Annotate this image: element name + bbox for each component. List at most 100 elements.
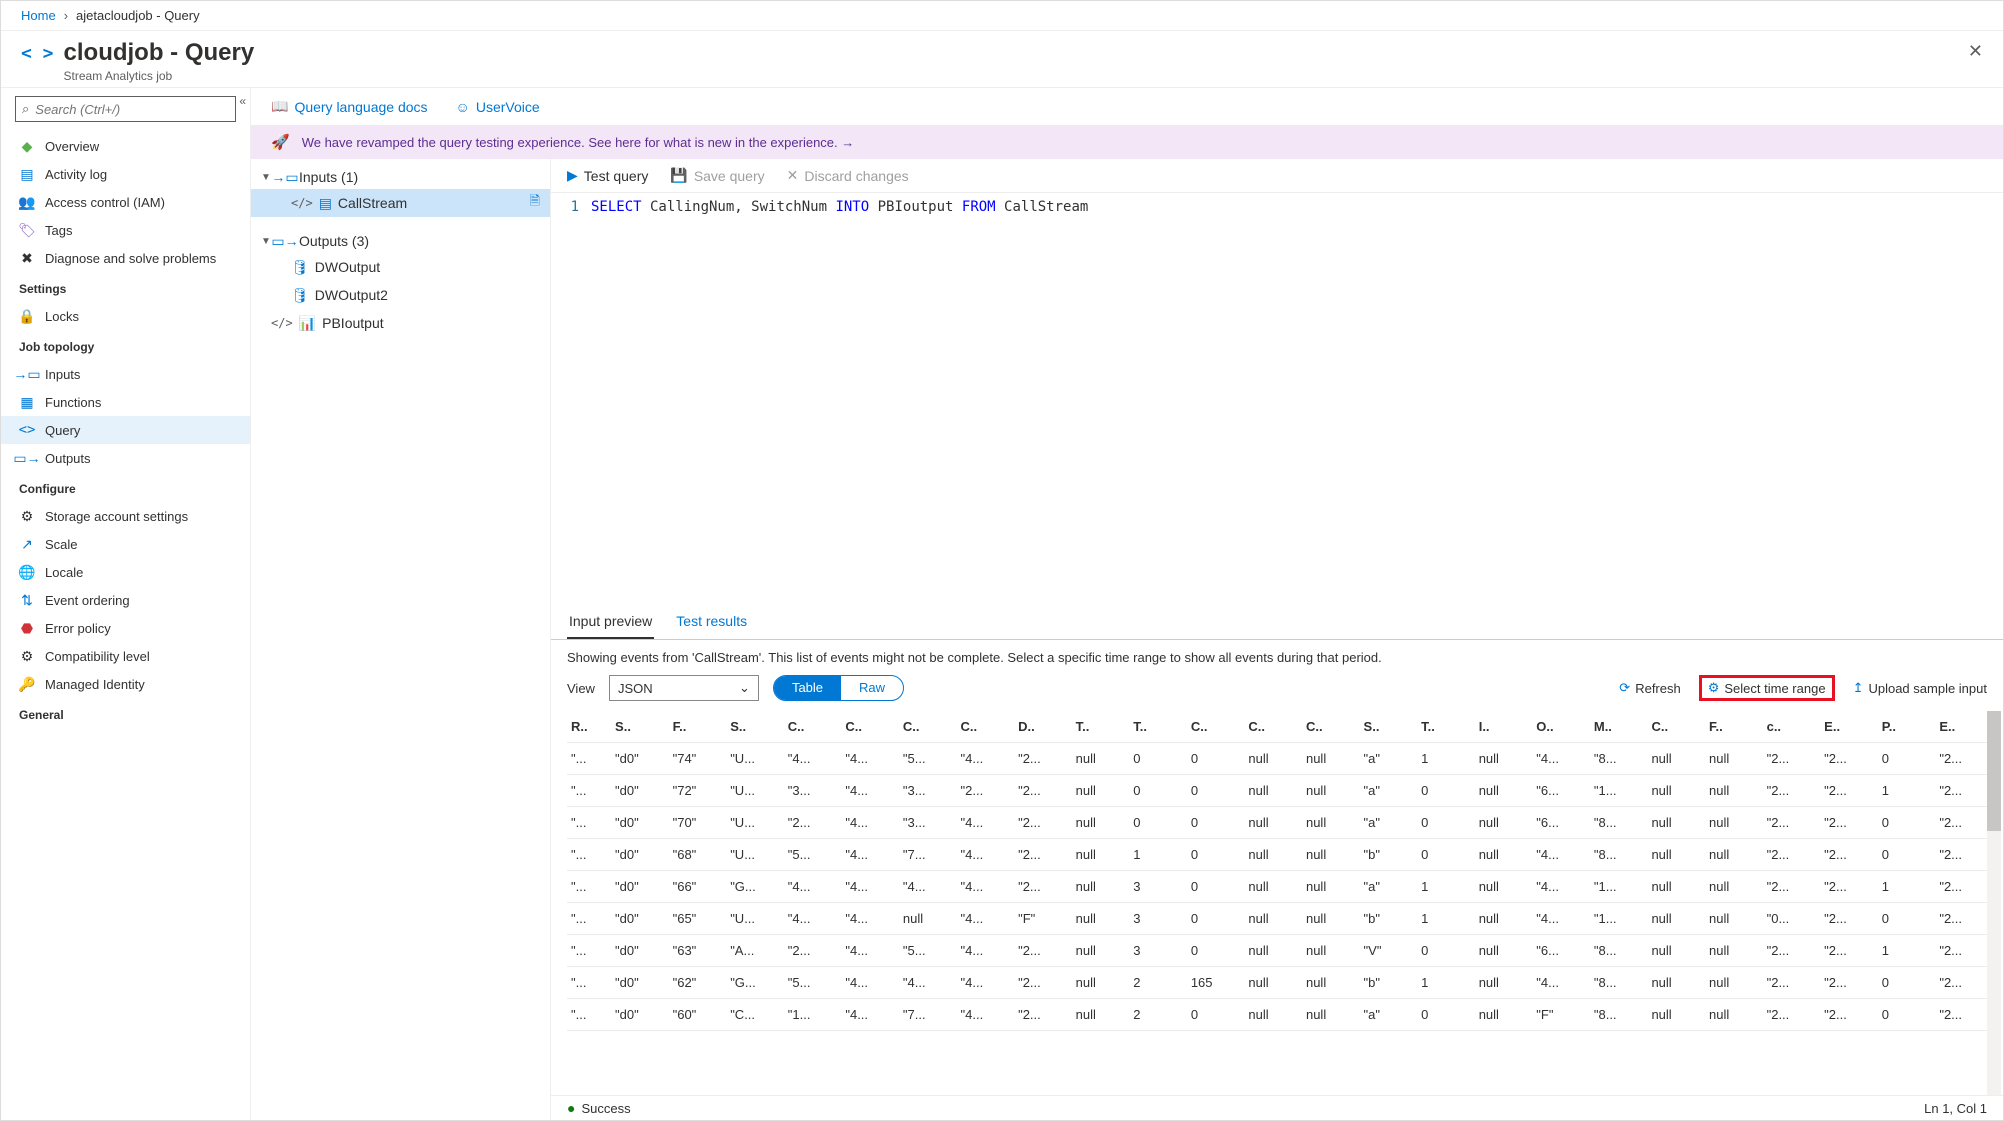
collapse-nav-icon[interactable]: «	[239, 94, 246, 108]
test-query-button[interactable]: ▶Test query	[567, 167, 648, 184]
col-header[interactable]: M..	[1590, 711, 1648, 743]
col-header[interactable]: R..	[567, 711, 611, 743]
refresh-button[interactable]: ⟳Refresh	[1619, 680, 1680, 696]
view-select[interactable]: JSON ⌄	[609, 675, 759, 701]
close-button[interactable]: ✕	[1968, 41, 1983, 62]
upload-sample-button[interactable]: ↥Upload sample input	[1853, 680, 1987, 696]
nav-tags[interactable]: 🏷Tags	[1, 216, 250, 244]
nav-compat[interactable]: ⚙Compatibility level	[1, 642, 250, 670]
cell: 1	[1129, 839, 1187, 871]
col-header[interactable]: C..	[1302, 711, 1360, 743]
table-row[interactable]: "..."d0""66""G..."4..."4..."4..."4..."2.…	[567, 871, 1993, 903]
nav-diagnose[interactable]: ✖Diagnose and solve problems	[1, 244, 250, 272]
search-input[interactable]	[35, 102, 235, 117]
cell: "b"	[1360, 839, 1418, 871]
tree-input-callstream[interactable]: </> ▤ CallStream 🗎	[251, 189, 550, 217]
nav-event-ordering[interactable]: ⇅Event ordering	[1, 586, 250, 614]
col-header[interactable]: S..	[726, 711, 784, 743]
globe-icon: 🌐	[19, 564, 35, 580]
nav-storage[interactable]: ⚙Storage account settings	[1, 502, 250, 530]
table-row[interactable]: "..."d0""62""G..."5..."4..."4..."4..."2.…	[567, 967, 1993, 999]
code-editor[interactable]: 1 SELECT CallingNum, SwitchNum INTO PBIo…	[551, 193, 2003, 221]
cell: "2...	[1935, 743, 1993, 775]
banner-text[interactable]: We have revamped the query testing exper…	[302, 135, 855, 150]
table-row[interactable]: "..."d0""68""U..."5..."4..."7..."4..."2.…	[567, 839, 1993, 871]
tree-output-dw2[interactable]: 🛢 DWOutput2	[251, 281, 550, 309]
tree-output-dw1[interactable]: 🛢 DWOutput	[251, 253, 550, 281]
toggle-raw[interactable]: Raw	[841, 676, 903, 700]
col-header[interactable]: C..	[899, 711, 957, 743]
cell: 165	[1187, 967, 1245, 999]
nav-overview[interactable]: ◆Overview	[1, 132, 250, 160]
breadcrumb-home[interactable]: Home	[21, 8, 56, 23]
tab-test-results[interactable]: Test results	[674, 605, 749, 639]
nav-identity[interactable]: 🔑Managed Identity	[1, 670, 250, 698]
col-header[interactable]: T..	[1417, 711, 1475, 743]
uservoice-link[interactable]: ☺UserVoice	[456, 99, 540, 115]
cell: "2...	[1935, 935, 1993, 967]
iam-icon: 👥	[19, 194, 35, 210]
col-header[interactable]: S..	[1360, 711, 1418, 743]
col-header[interactable]: T..	[1129, 711, 1187, 743]
data-grid-wrap[interactable]: R..S..F..S..C..C..C..C..D..T..T..C..C..C…	[551, 711, 2003, 1095]
table-row[interactable]: "..."d0""74""U..."4..."4..."5..."4..."2.…	[567, 743, 1993, 775]
save-query-button[interactable]: 💾Save query	[670, 167, 764, 184]
cell: null	[1475, 871, 1533, 903]
col-header[interactable]: C..	[1647, 711, 1705, 743]
cell: "2...	[1763, 871, 1821, 903]
cell: "2...	[1935, 903, 1993, 935]
col-header[interactable]: E..	[1935, 711, 1993, 743]
col-header[interactable]: O..	[1532, 711, 1590, 743]
col-header[interactable]: C..	[1244, 711, 1302, 743]
nav-query[interactable]: <>Query	[1, 416, 250, 444]
table-row[interactable]: "..."d0""60""C..."1..."4..."7..."4..."2.…	[567, 999, 1993, 1031]
col-header[interactable]: E..	[1820, 711, 1878, 743]
tab-input-preview[interactable]: Input preview	[567, 605, 654, 639]
table-row[interactable]: "..."d0""72""U..."3..."4..."3..."2..."2.…	[567, 775, 1993, 807]
nav-scale[interactable]: ↗Scale	[1, 530, 250, 558]
nav-locks[interactable]: 🔒Locks	[1, 302, 250, 330]
tree-outputs-group[interactable]: ▼ ▭→ Outputs (3)	[251, 229, 550, 253]
col-header[interactable]: C..	[1187, 711, 1245, 743]
col-header[interactable]: F..	[1705, 711, 1763, 743]
cell: null	[1244, 839, 1302, 871]
preview-message: Showing events from 'CallStream'. This l…	[551, 640, 2003, 669]
col-header[interactable]: D..	[1014, 711, 1072, 743]
nav-access-control[interactable]: 👥Access control (IAM)	[1, 188, 250, 216]
cell: "4...	[841, 775, 899, 807]
table-row[interactable]: "..."d0""63""A..."2..."4..."5..."4..."2.…	[567, 935, 1993, 967]
col-header[interactable]: F..	[669, 711, 727, 743]
cell: "2...	[1014, 839, 1072, 871]
docs-link[interactable]: 📖Query language docs	[271, 98, 428, 115]
select-time-range-button[interactable]: ⚙Select time range	[1699, 675, 1835, 701]
toggle-table[interactable]: Table	[774, 676, 841, 700]
scrollbar-thumb[interactable]	[1987, 711, 2001, 831]
col-header[interactable]: T..	[1072, 711, 1130, 743]
nav-search[interactable]: ⌕	[15, 96, 236, 122]
nav-outputs[interactable]: ▭→Outputs	[1, 444, 250, 472]
col-header[interactable]: C..	[957, 711, 1015, 743]
cell: 0	[1417, 807, 1475, 839]
col-header[interactable]: C..	[784, 711, 842, 743]
nav-inputs[interactable]: →▭Inputs	[1, 360, 250, 388]
cell: "8...	[1590, 999, 1648, 1031]
table-row[interactable]: "..."d0""70""U..."2..."4..."3..."4..."2.…	[567, 807, 1993, 839]
tree-inputs-group[interactable]: ▼ →▭ Inputs (1)	[251, 165, 550, 189]
col-header[interactable]: C..	[841, 711, 899, 743]
functions-icon: ▦	[19, 394, 35, 410]
col-header[interactable]: P..	[1878, 711, 1936, 743]
cell: null	[1244, 999, 1302, 1031]
col-header[interactable]: I..	[1475, 711, 1533, 743]
col-header[interactable]: c..	[1763, 711, 1821, 743]
table-row[interactable]: "..."d0""65""U..."4..."4...null"4..."F"n…	[567, 903, 1993, 935]
col-header[interactable]: S..	[611, 711, 669, 743]
tree-output-pbi[interactable]: </> 📊 PBIoutput	[251, 309, 550, 337]
nav-error-policy[interactable]: ⬣Error policy	[1, 614, 250, 642]
nav-activity-log[interactable]: ▤Activity log	[1, 160, 250, 188]
nav-functions[interactable]: ▦Functions	[1, 388, 250, 416]
nav-locale[interactable]: 🌐Locale	[1, 558, 250, 586]
cell: "d0"	[611, 839, 669, 871]
view-toggle[interactable]: Table Raw	[773, 675, 904, 701]
discard-button[interactable]: ✕Discard changes	[787, 167, 909, 184]
cell: "2...	[1014, 743, 1072, 775]
